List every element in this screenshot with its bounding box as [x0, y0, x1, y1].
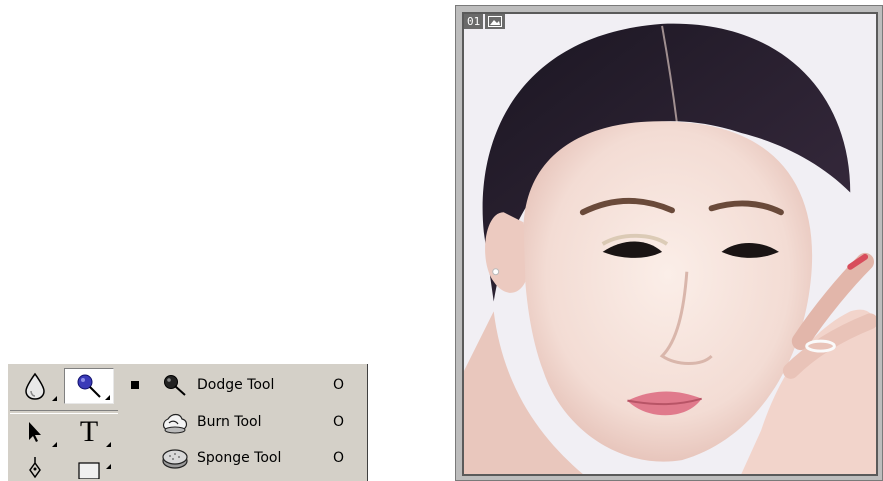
menu-item-label: Sponge Tool: [197, 450, 282, 466]
path-selection-icon: [29, 422, 41, 442]
dodge-tool-button[interactable]: [64, 368, 114, 404]
toolbox: T: [8, 364, 122, 481]
burn-icon: [159, 409, 191, 435]
menu-item-label: Burn Tool: [197, 414, 262, 430]
rectangle-icon: [78, 461, 100, 479]
menu-item-sponge-tool[interactable]: Sponge Tool O: [122, 445, 366, 471]
image-icon: [485, 14, 506, 29]
image-canvas[interactable]: 01: [462, 12, 878, 476]
selected-marker: [131, 454, 139, 462]
blur-tool-button[interactable]: [10, 368, 60, 404]
flyout-indicator: [106, 464, 111, 469]
type-icon: T: [79, 415, 99, 448]
shortcut-key: O: [333, 377, 345, 393]
shortcut-key: O: [333, 450, 345, 466]
type-tool-button[interactable]: T: [64, 414, 114, 450]
toning-tools-flyout-menu: Dodge Tool O Burn Tool O Sponge Tool O: [122, 364, 368, 481]
rectangle-tool-button[interactable]: [64, 452, 114, 481]
menu-item-label: Dodge Tool: [197, 377, 275, 393]
flyout-indicator: [105, 395, 110, 400]
dodge-icon: [77, 374, 101, 398]
flyout-indicator: [106, 442, 111, 447]
path-selection-tool-button[interactable]: [10, 414, 60, 450]
flyout-indicator: [52, 396, 57, 401]
pen-icon: [29, 456, 41, 478]
blur-icon: [25, 372, 45, 400]
pen-tool-button[interactable]: [10, 452, 60, 481]
document-window: 01: [455, 5, 883, 481]
document-number: 01: [464, 14, 484, 29]
selected-marker: [131, 418, 139, 426]
portrait-photo: [464, 14, 876, 474]
menu-item-burn-tool[interactable]: Burn Tool O: [122, 409, 366, 435]
shortcut-key: O: [333, 414, 345, 430]
sponge-icon: [159, 445, 191, 471]
dodge-icon: [159, 372, 191, 398]
selected-marker: [131, 381, 139, 389]
menu-item-dodge-tool[interactable]: Dodge Tool O: [122, 372, 366, 398]
document-badge: 01: [464, 14, 506, 29]
flyout-indicator: [52, 442, 57, 447]
